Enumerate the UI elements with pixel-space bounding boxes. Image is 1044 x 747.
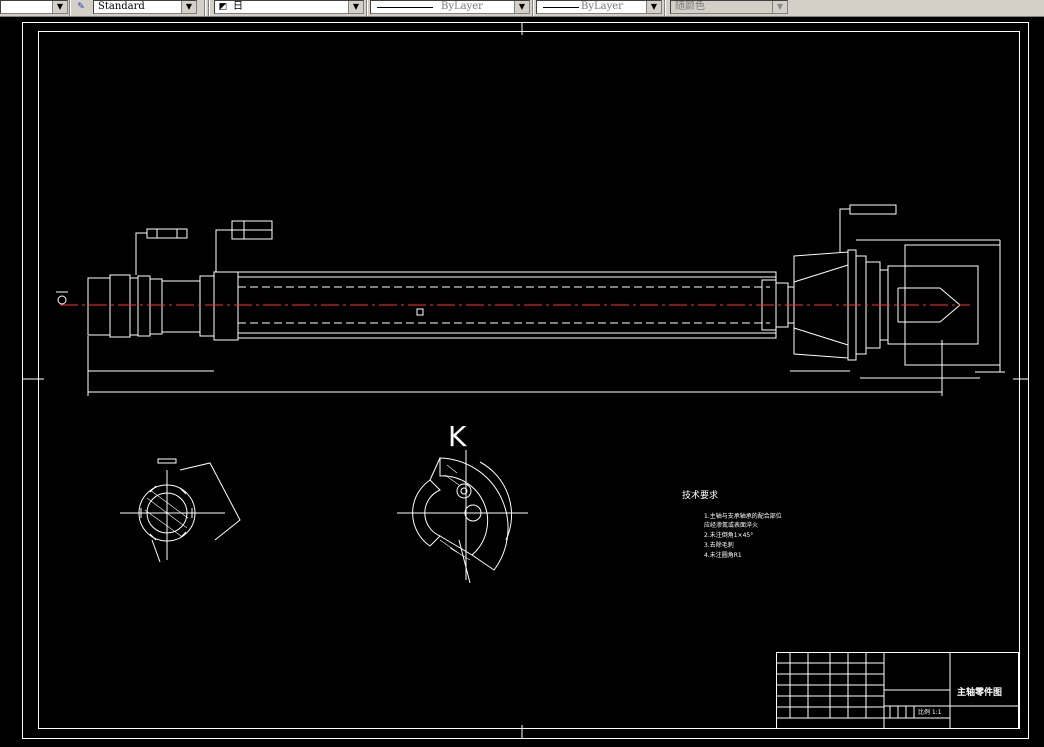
layer-value: 日 xyxy=(233,1,243,12)
toolbar-separator xyxy=(532,0,534,16)
color-select[interactable]: 随颜色 ▼ xyxy=(670,0,788,14)
text-style-value: Standard xyxy=(98,1,145,12)
dropdown-arrow-icon[interactable]: ▼ xyxy=(181,1,196,13)
cad-drawing: K 技术要求 1.主轴与支承轴承的配合部位 应经渗氮或表面淬火 2.未注倒角1×… xyxy=(22,22,1029,739)
previous-combo[interactable]: ▼ xyxy=(0,0,68,14)
toolbar-separator xyxy=(366,0,368,16)
scale-text: 比例 1:1 xyxy=(918,708,942,716)
tech-req-item: 4.未注圆角R1 xyxy=(704,551,742,559)
tech-req-item: 1.主轴与支承轴承的配合部位 xyxy=(704,512,782,520)
tech-req-item: 应经渗氮或表面淬火 xyxy=(704,521,758,529)
dropdown-arrow-icon[interactable]: ▼ xyxy=(772,1,787,13)
linetype-select[interactable]: ByLayer ▼ xyxy=(370,0,530,14)
spline-section-view xyxy=(120,458,241,563)
tech-req-item: 2.未注倒角1×45° xyxy=(704,531,753,539)
view-label-k: K xyxy=(448,420,467,453)
layer-select[interactable]: ◩ 日 ▼ xyxy=(214,0,364,14)
color-value: 随颜色 xyxy=(675,1,705,12)
linetype-value: ByLayer xyxy=(441,1,483,12)
tech-req-title: 技术要求 xyxy=(682,489,718,501)
layer-state-icon: ◩ xyxy=(218,2,228,12)
toolbar-separator xyxy=(204,0,206,16)
lineweight-select[interactable]: ByLayer ▼ xyxy=(536,0,662,14)
lineweight-value: ByLayer xyxy=(581,1,623,12)
outer-border xyxy=(22,22,1029,739)
dropdown-arrow-icon[interactable]: ▼ xyxy=(514,1,529,13)
toolbar-separator xyxy=(69,0,71,16)
drawing-canvas[interactable]: K 技术要求 1.主轴与支承轴承的配合部位 应经渗氮或表面淬火 2.未注倒角1×… xyxy=(0,17,1044,743)
k-view xyxy=(397,450,528,584)
lineweight-swatch xyxy=(543,7,579,8)
tech-requirements: 技术要求 1.主轴与支承轴承的配合部位 应经渗氮或表面淬火 2.未注倒角1×45… xyxy=(682,489,782,559)
toolbar-separator xyxy=(664,0,666,16)
toolbar-separator xyxy=(208,0,210,16)
linetype-swatch xyxy=(377,7,433,8)
shaft-side-view xyxy=(56,204,1005,396)
properties-toolbar: ▼ ✎ Standard ▼ ◩ 日 ▼ ByLayer ▼ ByLayer ▼… xyxy=(0,0,1044,17)
text-style-select[interactable]: Standard ▼ xyxy=(93,0,197,14)
text-style-icon[interactable]: ✎ xyxy=(75,1,87,13)
tech-req-item: 3.去除毛刺 xyxy=(704,541,734,549)
part-name: 主轴零件图 xyxy=(957,686,1002,698)
dropdown-arrow-icon[interactable]: ▼ xyxy=(646,1,661,13)
inner-border xyxy=(38,31,1020,729)
dropdown-arrow-icon[interactable]: ▼ xyxy=(348,1,363,13)
dropdown-arrow-icon[interactable]: ▼ xyxy=(52,1,67,13)
